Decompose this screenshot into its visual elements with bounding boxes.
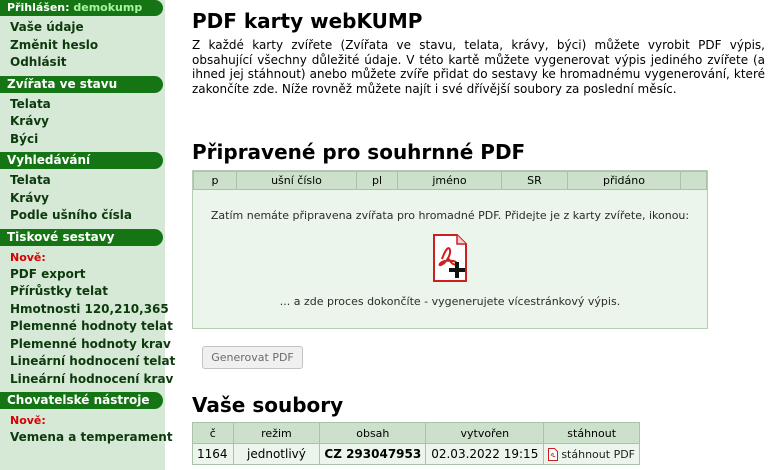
new-badge: Nově: — [10, 414, 46, 427]
column-header-actions — [680, 171, 707, 190]
finish-instructions-text: ... a zde proces dokončíte - vygenerujet… — [279, 295, 621, 308]
section-header-tools: Chovatelské nástroje — [0, 392, 163, 409]
account-menu: Vaše údaje Změnit heslo Odhlásit — [0, 16, 165, 76]
prepared-section-title: Připravené pro souhrnné PDF — [192, 140, 526, 164]
sidebar-item-your-details[interactable]: Vaše údaje — [10, 19, 165, 37]
sidebar-item-search-calves[interactable]: Telata — [10, 172, 165, 190]
sidebar-item-linear-scoring-calves[interactable]: Lineární hodnocení telat — [10, 353, 175, 371]
column-header-added[interactable]: přidáno — [567, 171, 681, 190]
table-row: 1164 jednotlivý CZ 293047953 02.03.2022 … — [192, 443, 640, 465]
sidebar: Přihlášen: demokump Vaše údaje Změnit he… — [0, 0, 175, 470]
files-table: č režim obsah vytvořen stáhnout 1164 jed… — [192, 422, 640, 465]
download-pdf-label: stáhnout PDF — [561, 447, 635, 461]
tools-menu: Nově: Vemena a temperament — [0, 409, 173, 451]
column-header-p[interactable]: p — [193, 171, 237, 190]
generate-pdf-button[interactable]: Generovat PDF — [202, 346, 303, 369]
column-header-download: stáhnout — [543, 422, 640, 444]
sidebar-item-udders-temperament[interactable]: Vemena a temperament — [10, 429, 173, 447]
pdf-icon — [548, 448, 559, 462]
file-content: CZ 293047953 — [319, 443, 427, 465]
sidebar-item-breeding-values-calves[interactable]: Plemenné hodnoty telat — [10, 318, 173, 336]
search-menu: Telata Krávy Podle ušního čísla — [0, 169, 165, 229]
sidebar-item-linear-scoring-cows[interactable]: Lineární hodnocení krav — [10, 371, 173, 389]
sidebar-item-breeding-values-cows[interactable]: Plemenné hodnoty krav — [10, 336, 171, 354]
page-title: PDF karty webKUMP — [192, 9, 423, 33]
column-header-mode[interactable]: režim — [232, 422, 321, 444]
column-header-content[interactable]: obsah — [319, 422, 427, 444]
sidebar-item-animals-bulls[interactable]: Býci — [10, 131, 165, 149]
file-download-cell: stáhnout PDF — [543, 443, 640, 465]
prepared-table: p ušní číslo pl jméno SR přidáno — [193, 171, 707, 190]
sidebar-item-animals-cows[interactable]: Krávy — [10, 113, 165, 131]
files-table-wrapper: č režim obsah vytvořen stáhnout 1164 jed… — [192, 422, 640, 465]
files-section-title: Vaše soubory — [192, 393, 344, 417]
section-header-search: Vyhledávání — [0, 152, 163, 169]
section-header-animals: Zvířata ve stavu — [0, 75, 163, 93]
sidebar-item-weights[interactable]: Hmotnosti 120,210,365 — [10, 301, 169, 319]
login-username: demokump — [73, 1, 143, 14]
section-header-reports: Tiskové sestavy — [0, 228, 163, 246]
download-pdf-link[interactable]: stáhnout PDF — [548, 447, 635, 462]
login-label: Přihlášen: — [7, 1, 70, 14]
reports-menu: Nově: PDF export Přírůstky telat Hmotnos… — [0, 246, 175, 393]
animals-menu: Telata Krávy Býci — [0, 93, 165, 153]
login-status: Přihlášen: demokump — [0, 0, 163, 16]
sidebar-item-logout[interactable]: Odhlásit — [10, 54, 165, 72]
sidebar-item-search-ear-number[interactable]: Podle ušního čísla — [10, 207, 165, 225]
sidebar-item-animals-calves[interactable]: Telata — [10, 96, 165, 114]
sidebar-item-search-cows[interactable]: Krávy — [10, 190, 165, 208]
files-table-header: č režim obsah vytvořen stáhnout — [192, 422, 640, 444]
column-header-name[interactable]: jméno — [397, 171, 502, 190]
sidebar-item-calf-gains[interactable]: Přírůstky telat — [10, 283, 165, 301]
column-header-created[interactable]: vytvořen — [425, 422, 545, 444]
column-header-number[interactable]: č — [192, 422, 234, 444]
new-badge: Nově: — [10, 250, 46, 264]
column-header-ear-number[interactable]: ušní číslo — [236, 171, 357, 190]
pdf-add-icon — [433, 234, 467, 282]
empty-state-text: Zatím nemáte připravena zvířata pro hrom… — [210, 209, 690, 222]
sidebar-item-pdf-export[interactable]: PDF export — [10, 266, 165, 284]
file-created: 02.03.2022 19:15 — [425, 443, 545, 465]
prepared-table-header: p ušní číslo pl jméno SR přidáno — [193, 171, 707, 190]
column-header-sr[interactable]: SR — [501, 171, 568, 190]
file-mode: jednotlivý — [232, 443, 321, 465]
sidebar-item-change-password[interactable]: Změnit heslo — [10, 37, 165, 55]
intro-text: Z každé karty zvířete (Zvířata ve stavu,… — [192, 38, 765, 96]
file-id: 1164 — [192, 443, 234, 465]
column-header-breed[interactable]: pl — [356, 171, 398, 190]
prepared-panel: p ušní číslo pl jméno SR přidáno Zatím n… — [192, 170, 708, 329]
